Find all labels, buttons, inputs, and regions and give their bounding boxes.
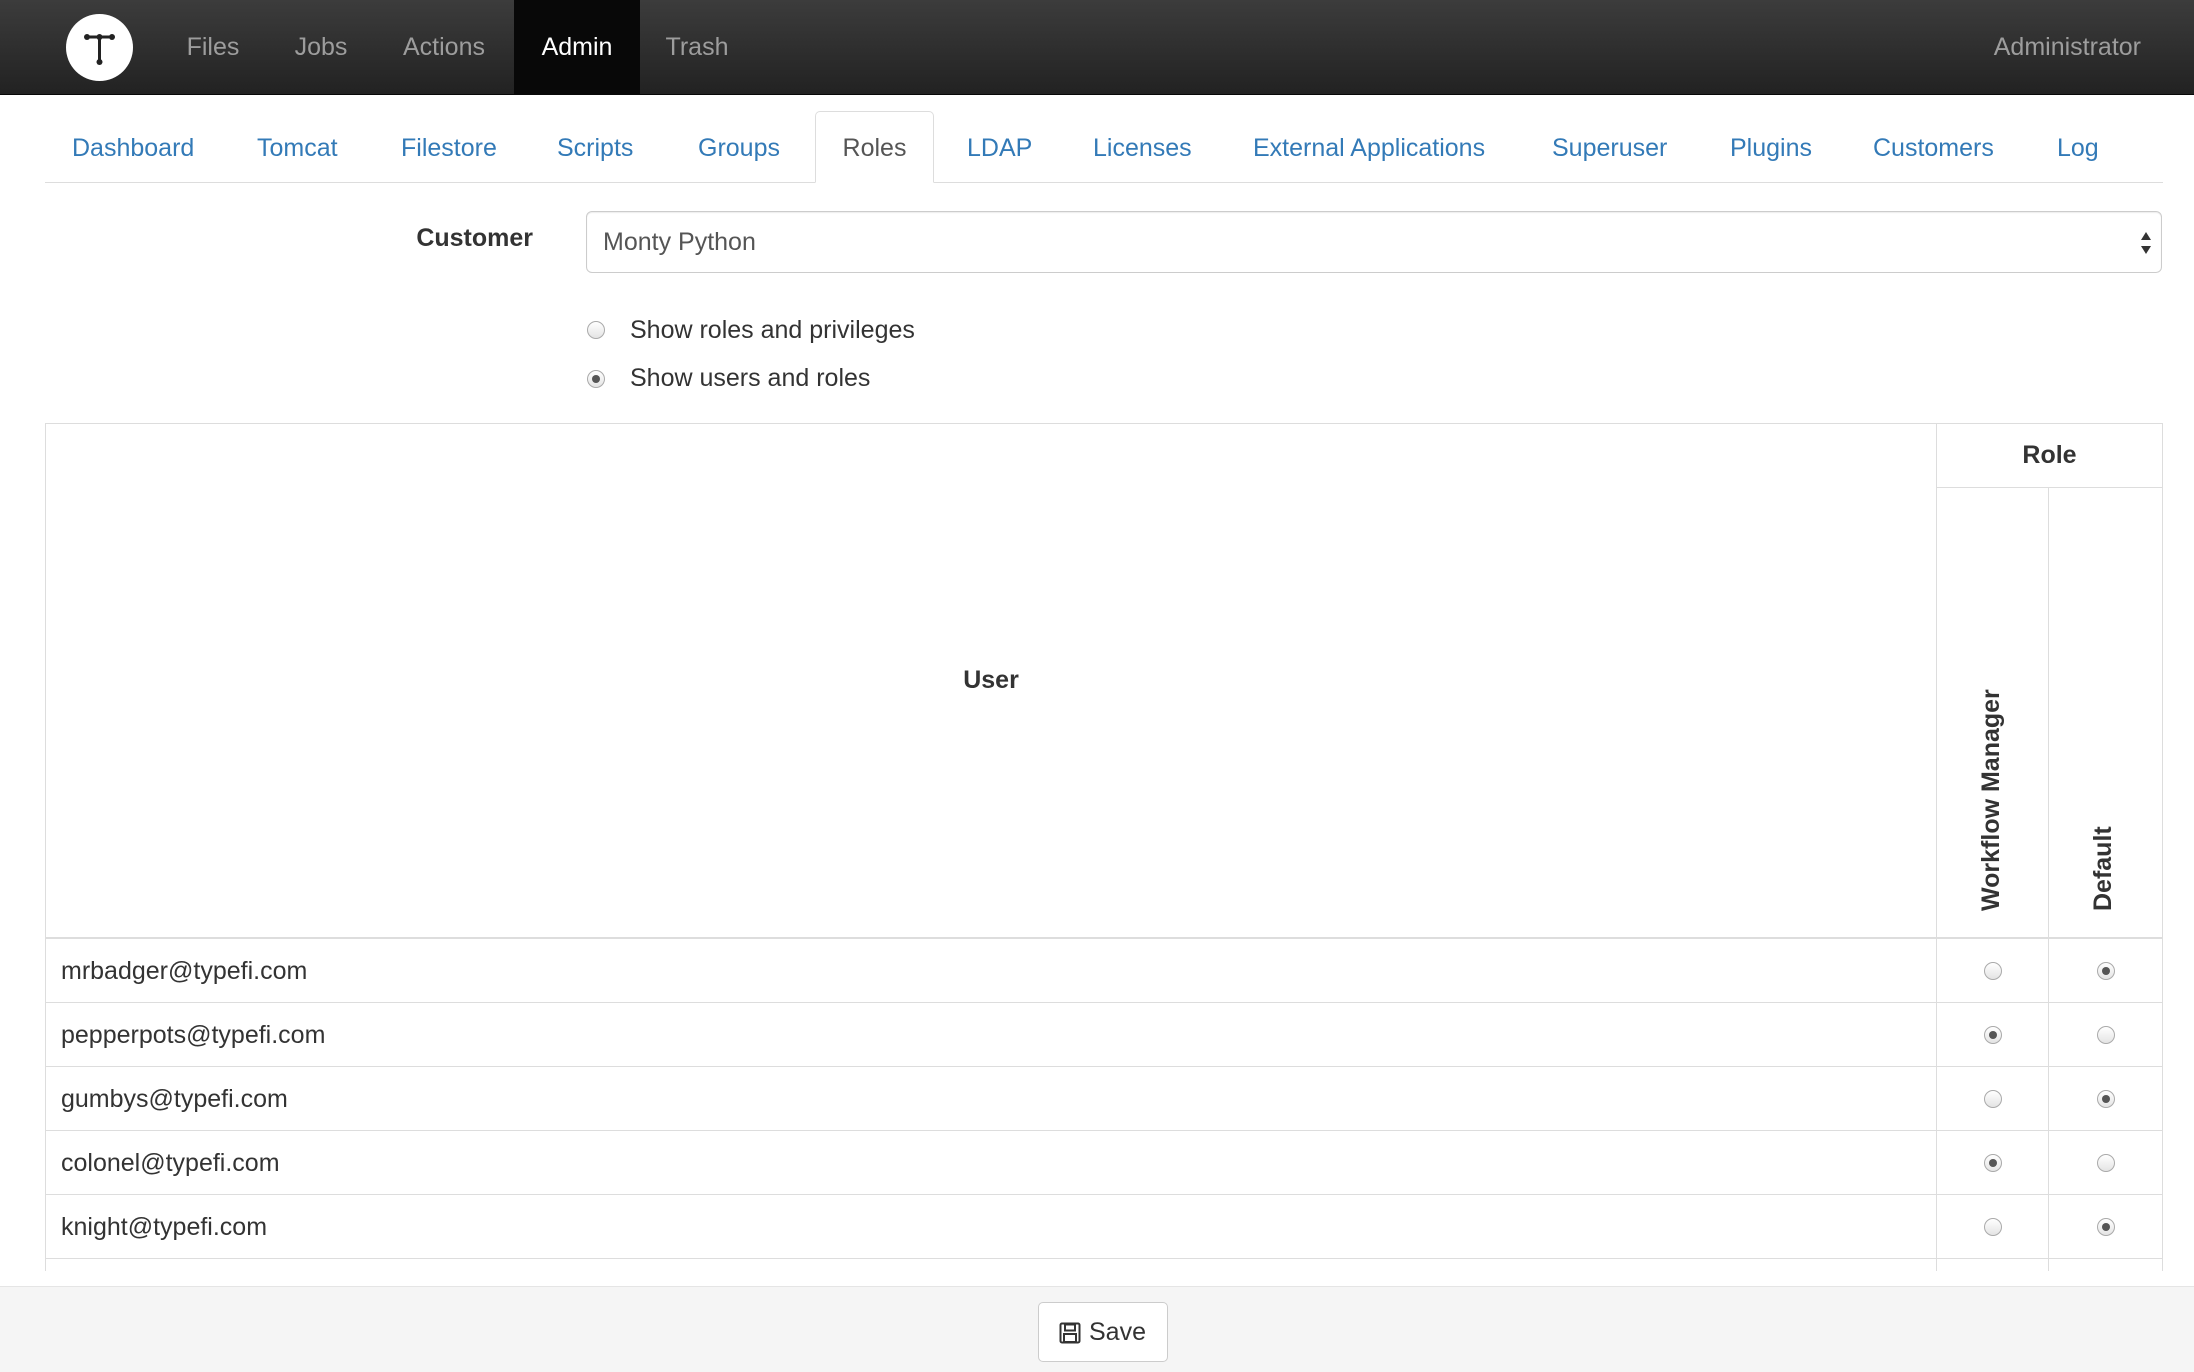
- tab-superuser[interactable]: Superuser: [1552, 112, 1667, 182]
- radio-roles-privileges[interactable]: [587, 321, 605, 339]
- option-label-roles-privileges[interactable]: Show roles and privileges: [630, 316, 915, 345]
- table-cell: [2048, 1258, 2163, 1271]
- floppy-disk-icon: [1059, 1322, 1081, 1344]
- typefi-logo-icon[interactable]: [66, 14, 133, 81]
- table-row: [45, 1258, 2163, 1271]
- select-arrows-icon: [2141, 232, 2151, 254]
- role-column-header: Role: [2022, 441, 2077, 469]
- nav-jobs[interactable]: Jobs: [274, 0, 368, 94]
- tab-groups[interactable]: Groups: [698, 112, 780, 182]
- tab-scripts[interactable]: Scripts: [557, 112, 633, 182]
- nav-files[interactable]: Files: [166, 0, 260, 94]
- table-cell: [1936, 1258, 2049, 1271]
- tab-licenses[interactable]: Licenses: [1093, 112, 1192, 182]
- user-cell: colonel@typefi.com: [45, 1130, 1937, 1195]
- tab-plugins[interactable]: Plugins: [1730, 112, 1812, 182]
- radio-users-roles[interactable]: [587, 370, 605, 388]
- table-row: colonel@typefi.com: [45, 1130, 2163, 1195]
- table-cell: [45, 1258, 1937, 1271]
- customer-select[interactable]: Monty Python: [586, 211, 2162, 273]
- table-row: pepperpots@typefi.com: [45, 1002, 2163, 1067]
- user-email: gumbys@typefi.com: [61, 1085, 288, 1113]
- role-cell: [1936, 938, 2049, 1003]
- role-cell: [2048, 1066, 2163, 1131]
- user-roles-table: User Role Workflow Manager Default mrbad…: [45, 423, 2163, 1271]
- role-radio-workflow-manager[interactable]: [1984, 1154, 2002, 1172]
- role-cell: [1936, 1002, 2049, 1067]
- tab-customers[interactable]: Customers: [1873, 112, 1994, 182]
- user-email: mrbadger@typefi.com: [61, 957, 308, 985]
- role-cell: [1936, 1194, 2049, 1259]
- table-row: gumbys@typefi.com: [45, 1066, 2163, 1131]
- tab-tomcat[interactable]: Tomcat: [257, 112, 338, 182]
- role-radio-workflow-manager[interactable]: [1984, 962, 2002, 980]
- table-row: knight@typefi.com: [45, 1194, 2163, 1259]
- role-cell: [1936, 1066, 2049, 1131]
- option-label-users-roles[interactable]: Show users and roles: [630, 364, 870, 393]
- role-cell: [1936, 1130, 2049, 1195]
- role-radio-default[interactable]: [2097, 1154, 2115, 1172]
- role-radio-workflow-manager[interactable]: [1984, 1026, 2002, 1044]
- tab-roles[interactable]: Roles: [815, 111, 934, 183]
- save-label: Save: [1089, 1318, 1146, 1346]
- role-cell: [2048, 938, 2163, 1003]
- save-button[interactable]: Save: [1038, 1302, 1168, 1362]
- role-cell: [2048, 1194, 2163, 1259]
- role-cell: [2048, 1130, 2163, 1195]
- table-row: mrbadger@typefi.com: [45, 938, 2163, 1003]
- user-column-header: User: [963, 666, 1019, 694]
- tabs-divider: [45, 182, 2163, 183]
- user-email: colonel@typefi.com: [61, 1149, 280, 1177]
- role-cell: [2048, 1002, 2163, 1067]
- customer-selected-value: Monty Python: [603, 228, 756, 256]
- top-navbar: Files Jobs Actions Admin Trash Administr…: [0, 0, 2194, 95]
- role-radio-default[interactable]: [2097, 962, 2115, 980]
- role-radio-workflow-manager[interactable]: [1984, 1218, 2002, 1236]
- role-radio-default[interactable]: [2097, 1026, 2115, 1044]
- nav-actions[interactable]: Actions: [384, 0, 504, 94]
- tab-dashboard[interactable]: Dashboard: [72, 112, 194, 182]
- user-cell: knight@typefi.com: [45, 1194, 1937, 1259]
- customer-label: Customer: [416, 224, 533, 252]
- nav-trash[interactable]: Trash: [652, 0, 742, 94]
- user-email: knight@typefi.com: [61, 1213, 268, 1241]
- user-email: pepperpots@typefi.com: [61, 1021, 326, 1049]
- user-cell: mrbadger@typefi.com: [45, 938, 1937, 1003]
- user-menu[interactable]: Administrator: [1994, 0, 2141, 94]
- tab-filestore[interactable]: Filestore: [401, 112, 497, 182]
- role-col-default: Default: [2089, 826, 2117, 911]
- tab-external-applications[interactable]: External Applications: [1253, 112, 1485, 182]
- nav-admin[interactable]: Admin: [514, 0, 640, 94]
- role-radio-default[interactable]: [2097, 1218, 2115, 1236]
- role-col-workflow-manager: Workflow Manager: [1977, 689, 2005, 911]
- user-cell: gumbys@typefi.com: [45, 1066, 1937, 1131]
- role-radio-default[interactable]: [2097, 1090, 2115, 1108]
- tab-ldap[interactable]: LDAP: [967, 112, 1032, 182]
- role-radio-workflow-manager[interactable]: [1984, 1090, 2002, 1108]
- user-cell: pepperpots@typefi.com: [45, 1002, 1937, 1067]
- tab-log[interactable]: Log: [2057, 112, 2099, 182]
